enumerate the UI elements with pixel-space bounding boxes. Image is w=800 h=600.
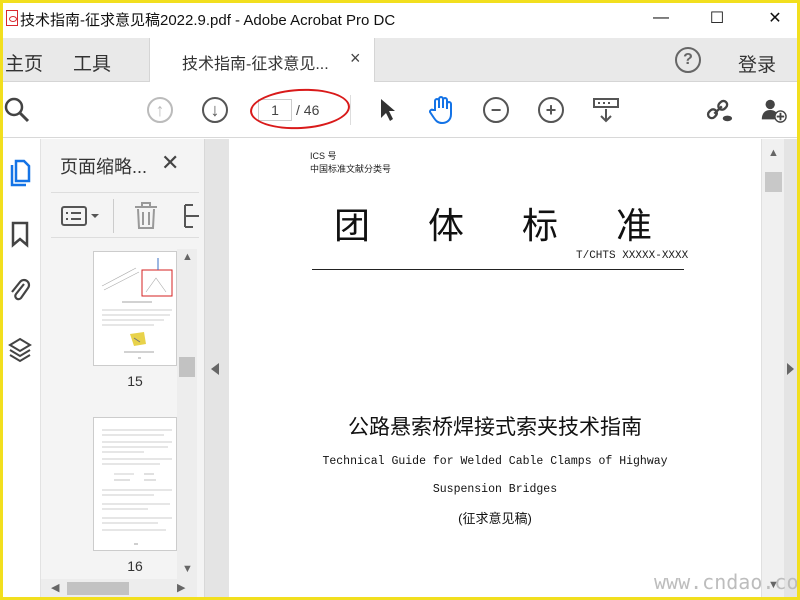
close-tab-icon[interactable]: × <box>350 48 361 69</box>
main-toolbar: ↑ ↓ 1 / 46 − + <box>3 83 797 138</box>
thumbnail-options-icon[interactable] <box>61 205 103 232</box>
bookmark-icon[interactable] <box>5 219 35 249</box>
maximize-button[interactable]: ☐ <box>694 4 740 32</box>
scroll-left-arrow-icon[interactable]: ◀ <box>51 581 59 594</box>
document-page: ICS 号 中国标准文献分类号 团体标准 T/CHTS XXXXX-XXXX 公… <box>229 139 761 597</box>
minimize-button[interactable]: — <box>638 4 684 32</box>
right-panel-divider <box>784 139 797 597</box>
document-vertical-scrollbar[interactable]: ▲ ▼ <box>761 139 784 597</box>
doc-scroll-thumb[interactable] <box>765 172 782 192</box>
help-icon[interactable]: ? <box>675 47 701 73</box>
thumbnails-panel: 页面缩略... ✕ 15 16 ▲ ▼ ◀ ▶ <box>41 139 205 597</box>
document-title-cn: 公路悬索桥焊接式索夹技术指南 <box>348 416 642 439</box>
document-tab-label: 技术指南-征求意见... <box>182 56 329 73</box>
thumbnail-page-number: 16 <box>127 558 143 574</box>
attachment-icon[interactable] <box>5 275 35 305</box>
thumbnails-panel-title: 页面缩略... <box>60 157 148 177</box>
page-thumbnail-16[interactable] <box>93 417 177 551</box>
left-navigation-rail <box>3 139 41 597</box>
acrobat-app-icon <box>6 10 18 26</box>
toolbar-divider <box>350 95 351 125</box>
watermark: www.cndao.com <box>654 570 800 594</box>
horizontal-scroll-thumb[interactable] <box>67 582 129 595</box>
page-display-icon[interactable] <box>592 96 620 124</box>
tab-tools[interactable]: 工具 <box>73 49 111 76</box>
select-cursor-icon[interactable] <box>374 96 402 124</box>
zoom-out-icon[interactable]: − <box>482 96 510 124</box>
search-icon[interactable] <box>3 96 31 124</box>
scroll-up-arrow-icon[interactable]: ▲ <box>182 251 193 263</box>
document-title-en-line2: Suspension Bridges <box>432 483 558 496</box>
next-page-icon[interactable]: ↓ <box>201 96 229 124</box>
delete-page-icon[interactable] <box>133 201 159 236</box>
draft-label: (征求意见稿) <box>458 511 532 526</box>
share-link-icon[interactable] <box>705 96 733 124</box>
doc-scroll-up-icon[interactable]: ▲ <box>768 147 779 159</box>
vertical-scroll-thumb[interactable] <box>179 357 195 377</box>
thumbnails-scroll-area[interactable]: 15 16 <box>41 249 177 579</box>
zoom-in-icon[interactable]: + <box>537 96 565 124</box>
thumbnails-toolbar <box>51 192 199 238</box>
standard-code: T/CHTS XXXXX-XXXX <box>576 250 689 262</box>
title-rule <box>312 269 684 270</box>
layers-icon[interactable] <box>5 335 35 365</box>
title-bar: 技术指南-征求意见稿2022.9.pdf - Adobe Acrobat Pro… <box>0 0 800 38</box>
classification-number: 中国标准文献分类号 <box>310 164 392 174</box>
close-panel-icon[interactable]: ✕ <box>161 150 179 176</box>
scroll-down-arrow-icon[interactable]: ▼ <box>182 563 193 575</box>
add-user-icon[interactable] <box>759 96 787 124</box>
page-thumbnails-icon[interactable] <box>5 159 35 189</box>
tab-document[interactable]: 技术指南-征求意见... × <box>149 38 375 82</box>
collapse-panel-icon[interactable] <box>211 363 219 375</box>
window-title: 技术指南-征求意见稿2022.9.pdf - Adobe Acrobat Pro… <box>20 12 396 29</box>
previous-page-icon[interactable]: ↑ <box>146 96 174 124</box>
panel-divider <box>205 139 229 597</box>
expand-right-panel-icon[interactable] <box>787 363 794 375</box>
more-tools-icon[interactable] <box>181 203 199 229</box>
red-annotation-ellipse <box>249 86 351 132</box>
tools-divider <box>113 199 114 233</box>
thumbnails-vertical-scrollbar[interactable]: ▲ ▼ <box>177 249 197 579</box>
group-standard-heading: 团体标准 <box>334 206 711 247</box>
scroll-right-arrow-icon[interactable]: ▶ <box>177 581 185 594</box>
tab-bar: 主页 工具 技术指南-征求意见... × ? 登录 <box>3 38 797 82</box>
tab-home[interactable]: 主页 <box>5 49 43 76</box>
page-thumbnail-15[interactable] <box>93 251 177 366</box>
document-title-en-line1: Technical Guide for Welded Cable Clamps … <box>322 455 668 468</box>
thumbnail-page-number: 15 <box>127 373 143 389</box>
close-window-button[interactable]: ✕ <box>752 4 798 32</box>
login-button[interactable]: 登录 <box>738 50 776 77</box>
ics-number: ICS 号 <box>310 151 337 161</box>
thumbnails-horizontal-scrollbar[interactable]: ◀ ▶ <box>41 579 197 597</box>
hand-tool-icon[interactable] <box>427 96 455 125</box>
